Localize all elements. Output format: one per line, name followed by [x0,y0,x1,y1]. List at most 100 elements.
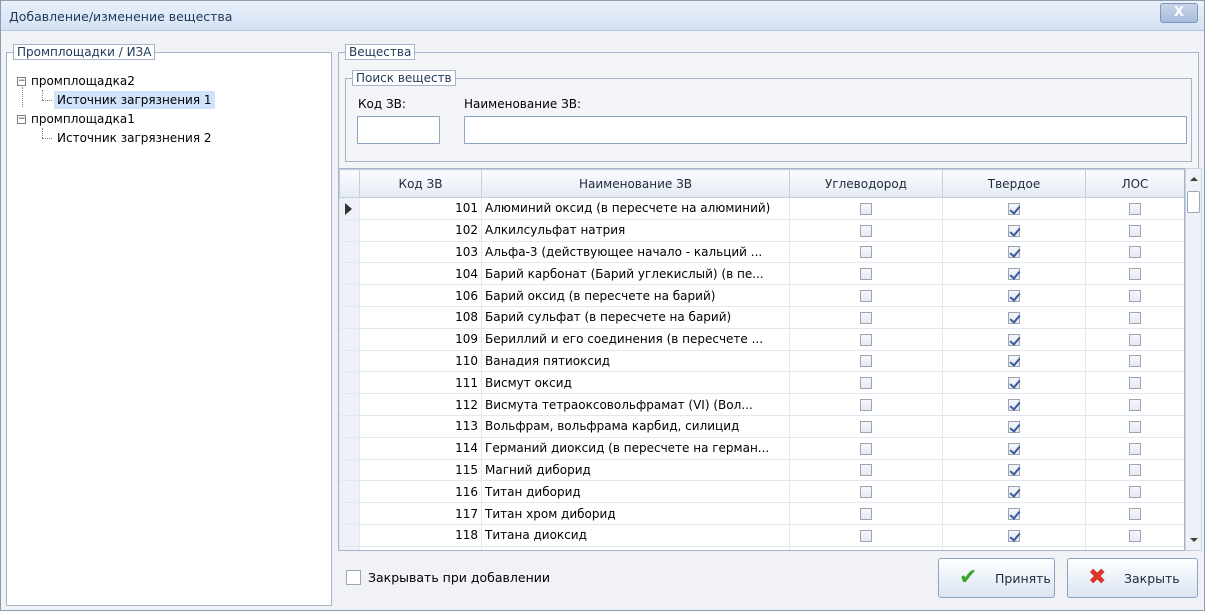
cell-name[interactable]: Титан хром диборид [481,502,790,525]
solid-checkbox[interactable] [1008,442,1020,455]
hydrocarbon-checkbox[interactable] [860,399,872,412]
cell-code[interactable]: 115 [359,458,482,482]
solid-checkbox[interactable] [1008,224,1020,237]
solid-checkbox[interactable] [1008,399,1020,412]
los-checkbox[interactable] [1129,420,1141,433]
los-checkbox[interactable] [1129,311,1141,324]
cell-name[interactable]: Алюминий оксид (в пересчете на алюминий) [481,197,790,220]
hydrocarbon-checkbox[interactable] [860,224,872,237]
header-code[interactable]: Код ЗВ [359,169,482,198]
row-indicator[interactable] [339,349,360,373]
los-checkbox[interactable] [1129,529,1141,542]
table-row[interactable]: 104 Барий карбонат (Барий углекислый) (в … [339,262,1184,286]
solid-checkbox[interactable] [1008,508,1020,521]
code-search-input[interactable] [357,116,440,144]
table-row[interactable]: 117 Титан хром диборид [339,502,1184,525]
header-name[interactable]: Наименование ЗВ [481,169,790,198]
row-indicator[interactable] [339,284,360,307]
table-scrollbar[interactable] [1185,168,1202,551]
table-row[interactable]: 114 Германий диоксид (в пересчете на герм… [339,436,1184,460]
row-indicator[interactable] [339,240,360,264]
header-los[interactable]: ЛОС [1085,169,1184,198]
table-row[interactable]: 115 Магний диборид [339,458,1184,482]
cell-code[interactable]: 103 [359,240,482,264]
cell-name[interactable]: Германий диоксид (в пересчете на герман.… [481,436,790,460]
table-row[interactable]: 110 Ванадия пятиоксид [339,349,1184,373]
tree-node-site1[interactable]: промплощадка1 [31,110,135,128]
checkbox-box[interactable] [346,570,361,585]
table-row[interactable]: 109 Бериллий и его соединения (в пересчет… [339,327,1184,351]
scroll-up-icon[interactable] [1190,177,1198,181]
hydrocarbon-checkbox[interactable] [860,508,872,521]
row-indicator[interactable] [339,502,360,525]
row-indicator[interactable] [339,197,360,220]
cell-code[interactable]: 116 [359,480,482,504]
row-indicator[interactable] [339,262,360,286]
los-checkbox[interactable] [1129,464,1141,477]
row-indicator[interactable] [339,458,360,482]
hydrocarbon-checkbox[interactable] [860,355,872,368]
hydrocarbon-checkbox[interactable] [860,290,872,303]
cell-code[interactable]: 109 [359,327,482,351]
table-row[interactable]: 116 Титан диборид [339,480,1184,504]
solid-checkbox[interactable] [1008,377,1020,390]
los-checkbox[interactable] [1129,442,1141,455]
cell-code[interactable]: 104 [359,262,482,286]
solid-checkbox[interactable] [1008,529,1020,542]
table-row[interactable]: 106 Барий оксид (в пересчете на барий) [339,284,1184,307]
hydrocarbon-checkbox[interactable] [860,268,872,281]
row-indicator[interactable] [339,327,360,351]
scroll-down-icon[interactable] [1190,538,1198,542]
cell-code[interactable]: 101 [359,197,482,220]
collapse-icon[interactable]: − [17,77,26,86]
tree-node-site2[interactable]: промплощадка2 [31,72,135,90]
los-checkbox[interactable] [1129,355,1141,368]
solid-checkbox[interactable] [1008,311,1020,324]
header-solid[interactable]: Твердое [942,169,1086,198]
hydrocarbon-checkbox[interactable] [860,420,872,433]
hydrocarbon-checkbox[interactable] [860,464,872,477]
window-close-button[interactable]: X [1160,3,1198,23]
cell-name[interactable]: Альфа-3 (действующее начало - кальций ..… [481,240,790,264]
cell-name[interactable]: Вольфрам, вольфрама карбид, силицид [481,414,790,438]
cell-name[interactable]: Барий карбонат (Барий углекислый) (в пе.… [481,262,790,286]
table-row[interactable]: 108 Барий сульфат (в пересчете на барий) [339,305,1184,329]
los-checkbox[interactable] [1129,202,1141,215]
solid-checkbox[interactable] [1008,268,1020,281]
table-row[interactable]: 118 Титана диоксид [339,523,1184,547]
cell-name[interactable]: Титана диоксид [481,523,790,547]
table-row[interactable]: 101 Алюминий оксид (в пересчете на алюмин… [339,197,1184,220]
row-indicator[interactable] [339,480,360,504]
row-indicator[interactable] [339,523,360,547]
row-indicator[interactable] [339,305,360,329]
cell-code[interactable]: 118 [359,523,482,547]
row-indicator[interactable] [339,393,360,416]
cell-code[interactable]: 113 [359,414,482,438]
cell-name[interactable]: Алкилсульфат натрия [481,218,790,242]
solid-checkbox[interactable] [1008,420,1020,433]
cell-name[interactable]: Висмут оксид [481,371,790,395]
cell-code[interactable]: 117 [359,502,482,525]
cell-name[interactable]: Барий сульфат (в пересчете на барий) [481,305,790,329]
tree-node-source2[interactable]: Источник загрязнения 2 [57,129,212,147]
cell-code[interactable]: 108 [359,305,482,329]
table-row[interactable]: 103 Альфа-3 (действующее начало - кальций… [339,240,1184,264]
solid-checkbox[interactable] [1008,246,1020,259]
los-checkbox[interactable] [1129,377,1141,390]
row-indicator[interactable] [339,218,360,242]
los-checkbox[interactable] [1129,268,1141,281]
row-indicator[interactable] [339,414,360,438]
cell-code[interactable]: 102 [359,218,482,242]
close-button[interactable]: ✖ Закрыть [1067,558,1198,598]
hydrocarbon-checkbox[interactable] [860,311,872,324]
table-row[interactable]: 111 Висмут оксид [339,371,1184,395]
los-checkbox[interactable] [1129,333,1141,346]
cell-code[interactable]: 106 [359,284,482,307]
row-indicator[interactable] [339,371,360,395]
cell-code[interactable]: 111 [359,371,482,395]
accept-button[interactable]: ✔ Принять [938,558,1055,598]
los-checkbox[interactable] [1129,224,1141,237]
table-row[interactable]: 102 Алкилсульфат натрия [339,218,1184,242]
cell-name[interactable]: Барий оксид (в пересчете на барий) [481,284,790,307]
solid-checkbox[interactable] [1008,355,1020,368]
